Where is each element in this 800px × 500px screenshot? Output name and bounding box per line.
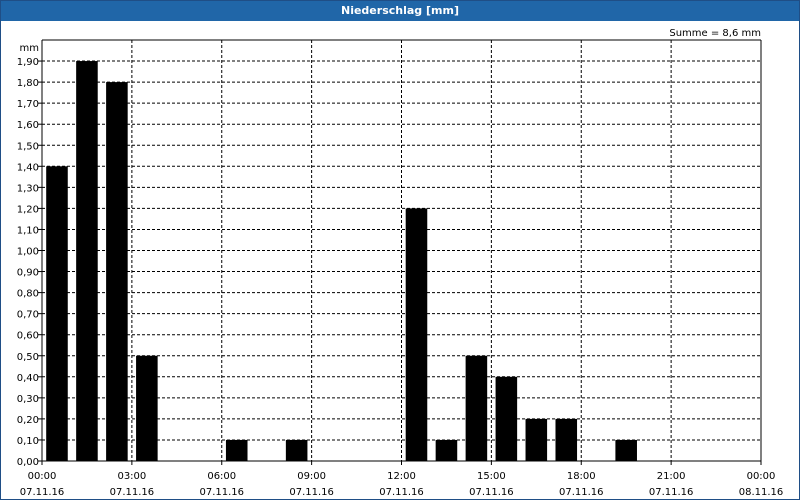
y-tick-label: 1,60 [17,120,39,131]
precipitation-bar [46,166,68,462]
y-axis-unit-label: mm [20,43,39,54]
x-tick-date-label: 07.11.16 [110,487,155,498]
x-tick-date-label: 07.11.16 [469,487,514,498]
sum-annotation: Summe = 8,6 mm [669,28,761,39]
y-tick-label: 0,00 [17,457,39,468]
y-tick-label: 0,10 [17,436,39,447]
y-tick-label: 1,00 [17,247,39,258]
y-tick-label: 0,30 [17,394,39,405]
chart-window: Niederschlag [mm] 0,00 0,10 0,20 0,30 0,40 0,… [0,0,800,500]
x-tick-time-label: 21:00 [657,471,686,482]
y-tick-label: 1,30 [17,183,39,194]
y-tick-label: 1,80 [17,78,39,89]
x-tick-time-label: 06:00 [207,471,236,482]
x-tick-time-label: 03:00 [117,471,146,482]
y-tick-label: 1,70 [17,99,39,110]
x-tick-date-label: 07.11.16 [649,487,694,498]
x-tick-date-label: 07.11.16 [199,487,244,498]
y-tick-label: 0,50 [17,352,39,363]
y-tick-label: 1,20 [17,204,39,215]
x-tick-date-label: 07.11.16 [20,487,65,498]
precipitation-bar [465,355,488,461]
precipitation-bar [76,61,98,462]
precipitation-bar [555,418,578,461]
precipitation-bar [435,439,458,461]
precipitation-chart: 0,00 0,10 0,20 0,30 0,40 0,50 0,60 0,70 0,80 0,90… [17,28,784,498]
y-tick-label: 0,60 [17,331,39,342]
y-tick-label: 0,90 [17,268,39,279]
x-tick-date-label: 08.11.16 [739,487,784,498]
y-tick-label: 1,90 [17,57,39,68]
y-tick-label: 0,70 [17,310,39,321]
x-tick-date-label: 07.11.16 [379,487,424,498]
x-tick-time-label: 00:00 [747,471,776,482]
y-tick-label: 0,80 [17,289,39,300]
precipitation-bar [525,418,548,461]
precipitation-bar [106,82,128,461]
x-tick-time-label: 15:00 [477,471,506,482]
x-tick-date-label: 07.11.16 [559,487,604,498]
x-tick-time-label: 12:00 [387,471,416,482]
precipitation-bar [136,355,158,461]
precipitation-bar [495,376,518,461]
x-tick-time-label: 18:00 [567,471,596,482]
y-tick-label: 0,20 [17,415,39,426]
x-tick-time-label: 00:00 [28,471,57,482]
x-tick-date-label: 07.11.16 [289,487,334,498]
precipitation-bar [405,208,428,461]
y-tick-label: 1,50 [17,141,39,152]
y-tick-label: 1,10 [17,225,39,236]
y-tick-label: 1,40 [17,162,39,173]
x-tick-time-label: 09:00 [297,471,326,482]
precipitation-bar [615,439,637,461]
precipitation-bar [225,439,248,461]
precipitation-bar [285,439,308,461]
y-tick-label: 0,40 [17,373,39,384]
